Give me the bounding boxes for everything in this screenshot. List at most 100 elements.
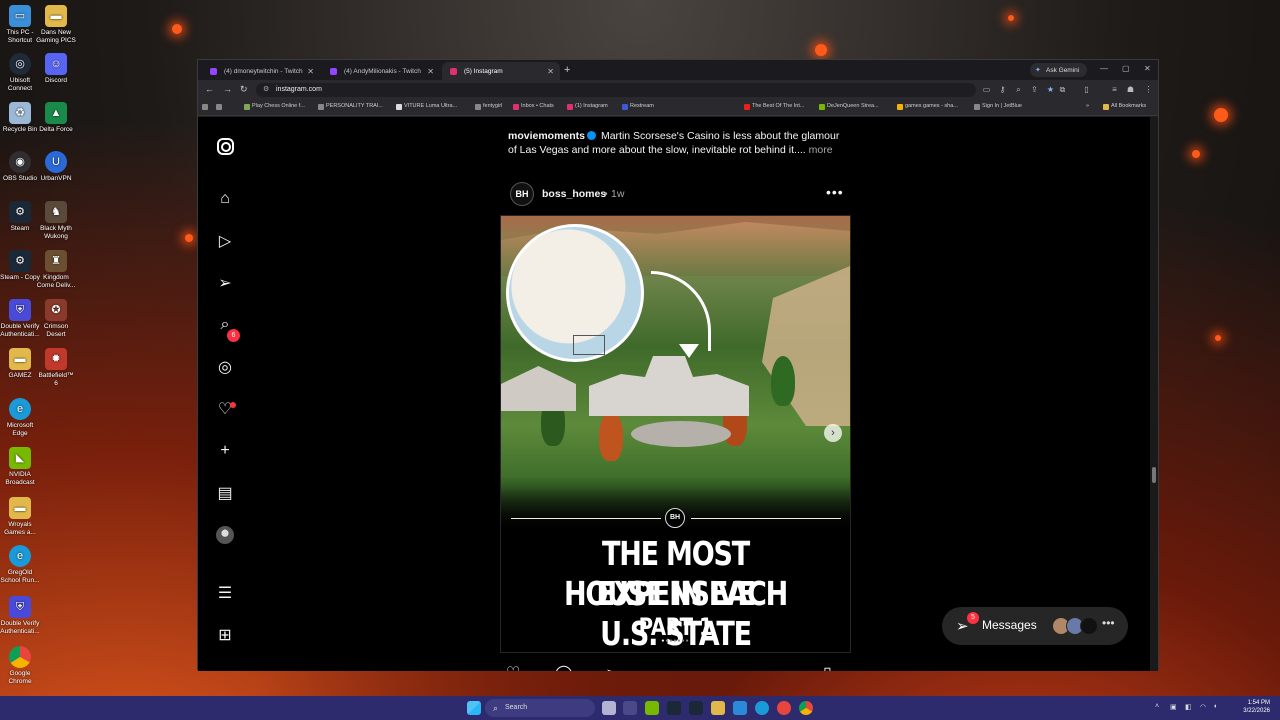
- desktop-icon[interactable]: Google Chrome: [0, 646, 40, 686]
- caption-username[interactable]: moviemoments: [508, 130, 585, 142]
- desktop-icon[interactable]: ▭ This PC - Shortcut: [0, 5, 40, 45]
- forward-icon[interactable]: →: [223, 84, 232, 94]
- chrome-icon[interactable]: [799, 701, 813, 715]
- downloads-icon[interactable]: ≡: [1110, 85, 1119, 94]
- clock[interactable]: 1:54 PM 3/22/2026: [1226, 699, 1270, 715]
- bookmark-item[interactable]: The Best Of The Int...: [744, 103, 804, 110]
- all-bookmarks[interactable]: All Bookmarks: [1103, 103, 1146, 110]
- desktop-icon[interactable]: ⛨ Double Verify Authenticati...: [0, 299, 40, 339]
- xbox-icon[interactable]: [667, 701, 681, 715]
- post-media[interactable]: › BH THE MOST EXPENSIVE HOUSE IN EACH U.…: [500, 215, 851, 653]
- desktop-icon[interactable]: ♞ Black Myth Wukong: [36, 201, 76, 241]
- reload-icon[interactable]: ↻: [240, 84, 248, 95]
- tab-twitch-dmoney[interactable]: (4) dmoneytwitchin - Twitch ✕: [202, 62, 320, 80]
- tab-twitch-andy[interactable]: (4) AndyMilionakis - Twitch ✕: [322, 62, 440, 80]
- profile-avatar[interactable]: [216, 526, 234, 544]
- post-username[interactable]: boss_homes: [542, 188, 606, 200]
- share-icon[interactable]: ⇪: [1030, 85, 1039, 94]
- desktop-icon[interactable]: ⛨ Double Verify Authenticati...: [0, 596, 40, 636]
- cast-icon[interactable]: ▭: [982, 85, 991, 94]
- minimize-icon[interactable]: —: [1100, 64, 1108, 73]
- desktop-icon[interactable]: ✪ Crimson Desert: [36, 299, 76, 339]
- store-icon[interactable]: [733, 701, 747, 715]
- desktop-icon[interactable]: ☺ Discord: [36, 53, 76, 85]
- new-tab-icon[interactable]: +: [564, 64, 570, 76]
- desktop-icon[interactable]: ▬ Wroyals Games a...: [0, 497, 40, 537]
- bookmark-star-icon[interactable]: ★: [1046, 85, 1055, 94]
- file-explorer-icon[interactable]: [711, 701, 725, 715]
- desktop-icon[interactable]: e Microsoft Edge: [0, 398, 40, 438]
- tab-instagram[interactable]: (5) Instagram ✕: [442, 62, 560, 80]
- direct-messages-icon[interactable]: ➢: [214, 272, 236, 294]
- desktop-icon[interactable]: ▲ Delta Force: [36, 102, 76, 134]
- extensions-icon[interactable]: ⧉: [1058, 85, 1067, 94]
- bookmark-item[interactable]: VITURE Luma Ultra...: [396, 103, 457, 110]
- desktop-icon[interactable]: ♜ Kingdom Come Deliv...: [36, 250, 76, 290]
- close-icon[interactable]: ✕: [547, 67, 554, 76]
- reels-icon[interactable]: ▷: [214, 230, 236, 252]
- desktop-icon[interactable]: ♻ Recycle Bin: [0, 102, 40, 134]
- desktop-icon[interactable]: ◉ OBS Studio: [0, 151, 40, 183]
- messages-button[interactable]: ➢ 5 Messages •••: [942, 607, 1128, 645]
- also-from-meta-icon[interactable]: ⊞: [214, 624, 236, 646]
- zoom-icon[interactable]: ⌕: [1014, 85, 1023, 94]
- maximize-icon[interactable]: ▢: [1122, 64, 1130, 73]
- bookmark-item[interactable]: (1) Instagram: [567, 103, 608, 110]
- desktop-icon[interactable]: ✹ Battlefield™ 6: [36, 348, 76, 388]
- back-icon[interactable]: ←: [205, 84, 214, 94]
- desktop-icon[interactable]: ▬ GAMEZ: [0, 348, 40, 380]
- steam-icon[interactable]: [689, 701, 703, 715]
- desktop-icon[interactable]: e GregOld School Run...: [0, 545, 40, 585]
- share-icon[interactable]: ➢: [605, 665, 618, 671]
- desktop-icon[interactable]: ▬ Dans New Gaming PICS: [36, 5, 76, 45]
- bookmark-item[interactable]: Play Chess Online f...: [244, 103, 305, 110]
- desktop-icon[interactable]: ⚙ Steam - Copy: [0, 250, 40, 282]
- profile-icon[interactable]: ☗: [1126, 85, 1135, 94]
- like-icon[interactable]: ♡: [506, 665, 520, 671]
- settings-icon[interactable]: [623, 701, 637, 715]
- desktop-icon[interactable]: U UrbanVPN: [36, 151, 76, 183]
- post-options-icon[interactable]: •••: [826, 184, 844, 200]
- edge-icon[interactable]: [755, 701, 769, 715]
- save-icon[interactable]: ▯: [823, 665, 832, 671]
- password-icon[interactable]: ⚷: [998, 85, 1007, 94]
- desktop-icon[interactable]: ◣ NVIDIA Broadcast: [0, 447, 40, 487]
- post-avatar[interactable]: BH: [510, 182, 534, 206]
- bookmark-item[interactable]: Restream: [622, 103, 654, 110]
- search-icon[interactable]: ⌕: [214, 314, 236, 336]
- site-info-icon[interactable]: ⚙: [263, 83, 269, 97]
- nvidia-icon[interactable]: [645, 701, 659, 715]
- taskbar-search[interactable]: Search: [485, 699, 595, 717]
- comment-icon[interactable]: ◯: [555, 665, 573, 671]
- dashboard-icon[interactable]: ▤: [214, 482, 236, 504]
- chrome-icon[interactable]: [777, 701, 791, 715]
- close-window-icon[interactable]: ✕: [1144, 64, 1151, 73]
- address-bar[interactable]: ⚙ instagram.com: [256, 83, 976, 97]
- ask-gemini-button[interactable]: Ask Gemini: [1030, 63, 1088, 77]
- bookmark-item[interactable]: Sign In | JetBlue: [974, 103, 1022, 110]
- scrollbar-thumb[interactable]: [1152, 467, 1156, 483]
- tray-chevron-icon[interactable]: ˄: [1155, 703, 1159, 710]
- close-icon[interactable]: ✕: [427, 67, 434, 76]
- carousel-next-icon[interactable]: ›: [824, 424, 842, 442]
- bookmark-item[interactable]: Inbox • Chats: [513, 103, 554, 110]
- explore-icon[interactable]: ◎: [214, 356, 236, 378]
- task-view-icon[interactable]: [602, 701, 616, 715]
- wifi-icon[interactable]: ◠: [1200, 703, 1206, 711]
- tray-icon[interactable]: ◧: [1185, 703, 1192, 711]
- desktop-icon[interactable]: ⚙ Steam: [0, 201, 40, 233]
- more-menu-icon[interactable]: ☰: [214, 582, 236, 604]
- home-icon[interactable]: ⌂: [214, 188, 236, 210]
- scrollbar[interactable]: [1150, 117, 1158, 671]
- more-bookmarks-icon[interactable]: »: [1078, 103, 1089, 109]
- sidepanel-icon[interactable]: ▯: [1082, 85, 1091, 94]
- tray-icon[interactable]: ▣: [1170, 703, 1177, 711]
- instagram-logo-icon[interactable]: [217, 138, 234, 155]
- bookmark-item[interactable]: fentygirl: [475, 103, 502, 110]
- bookmark-item[interactable]: games games - sha...: [897, 103, 958, 110]
- bookmark-item[interactable]: DeJenQueen Strea...: [819, 103, 879, 110]
- more-link[interactable]: more: [809, 144, 833, 156]
- create-icon[interactable]: +: [214, 440, 236, 462]
- bookmark-item[interactable]: PERSONALITY TRAI...: [318, 103, 383, 110]
- desktop-icon[interactable]: ◎ Ubisoft Connect: [0, 53, 40, 93]
